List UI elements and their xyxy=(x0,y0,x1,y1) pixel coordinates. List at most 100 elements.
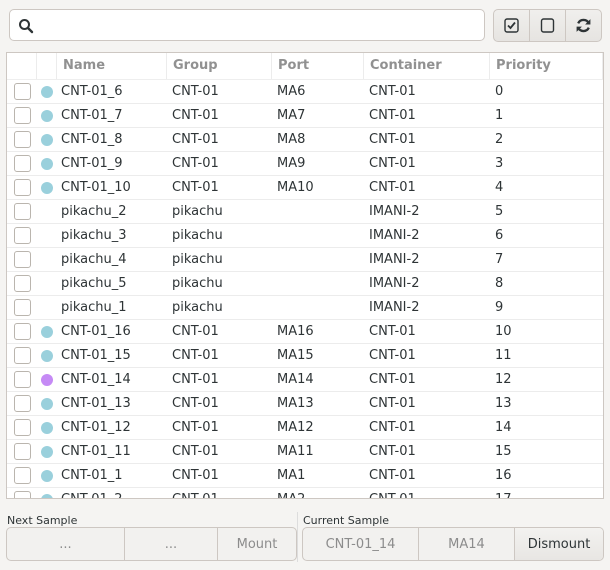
cell-group: CNT-01 xyxy=(172,108,219,123)
current-sample-label: Current Sample xyxy=(303,514,390,527)
panel-divider xyxy=(297,512,298,562)
status-dot-icon xyxy=(41,373,53,386)
cell-name: pikachu_5 xyxy=(61,276,127,291)
header-container[interactable]: Container xyxy=(364,53,490,79)
table-row[interactable]: pikachu_1 pikachu IMANI-2 9 xyxy=(7,296,603,320)
search-input[interactable] xyxy=(42,14,476,38)
cell-container: CNT-01 xyxy=(369,444,416,459)
current-sample-name: CNT-01_14 xyxy=(303,528,419,560)
table-row[interactable]: CNT-01_12 CNT-01 MA12 CNT-01 14 xyxy=(7,416,603,440)
select-all-button[interactable] xyxy=(494,10,530,41)
table-row[interactable]: CNT-01_15 CNT-01 MA15 CNT-01 11 xyxy=(7,344,603,368)
row-checkbox[interactable] xyxy=(13,227,31,244)
cell-port: MA13 xyxy=(277,396,314,411)
table-row[interactable]: CNT-01_9 CNT-01 MA9 CNT-01 3 xyxy=(7,152,603,176)
refresh-icon xyxy=(576,18,591,33)
cell-name: CNT-01_6 xyxy=(61,84,123,99)
header-status xyxy=(37,53,57,79)
cell-container: IMANI-2 xyxy=(369,204,420,219)
status-dot-icon xyxy=(41,133,53,146)
table-row[interactable]: CNT-01_13 CNT-01 MA13 CNT-01 13 xyxy=(7,392,603,416)
table-row[interactable]: CNT-01_14 CNT-01 MA14 CNT-01 12 xyxy=(7,368,603,392)
cell-priority: 10 xyxy=(495,324,512,339)
header-name[interactable]: Name xyxy=(57,53,167,79)
cell-group: CNT-01 xyxy=(172,468,219,483)
header-priority[interactable]: Priority xyxy=(490,53,603,79)
cell-container: CNT-01 xyxy=(369,132,416,147)
row-checkbox[interactable] xyxy=(13,323,31,340)
row-checkbox[interactable] xyxy=(13,467,31,484)
cell-name: CNT-01_15 xyxy=(61,348,131,363)
select-none-button[interactable] xyxy=(530,10,566,41)
next-sample-port: ... xyxy=(125,528,218,560)
header-check[interactable] xyxy=(7,53,37,79)
header-group[interactable]: Group xyxy=(167,53,272,79)
refresh-button[interactable] xyxy=(566,10,601,41)
cell-name: pikachu_4 xyxy=(61,252,127,267)
cell-group: CNT-01 xyxy=(172,84,219,99)
table-row[interactable]: pikachu_4 pikachu IMANI-2 7 xyxy=(7,248,603,272)
cell-group: CNT-01 xyxy=(172,348,219,363)
table-row[interactable]: CNT-01_10 CNT-01 MA10 CNT-01 4 xyxy=(7,176,603,200)
dismount-button[interactable]: Dismount xyxy=(515,528,603,560)
cell-name: pikachu_3 xyxy=(61,228,127,243)
cell-group: CNT-01 xyxy=(172,132,219,147)
mount-button[interactable]: Mount xyxy=(218,528,296,560)
row-checkbox[interactable] xyxy=(13,491,31,498)
table-row[interactable]: CNT-01_16 CNT-01 MA16 CNT-01 10 xyxy=(7,320,603,344)
status-cell xyxy=(37,445,57,458)
status-dot-icon xyxy=(41,349,53,362)
table-body: CNT-01_6 CNT-01 MA6 CNT-01 0 CNT-01_7 CN… xyxy=(7,80,603,498)
table-row[interactable]: CNT-01_1 CNT-01 MA1 CNT-01 16 xyxy=(7,464,603,488)
cell-group: pikachu xyxy=(172,276,223,291)
row-checkbox[interactable] xyxy=(13,419,31,436)
table-row[interactable]: CNT-01_2 CNT-01 MA2 CNT-01 17 xyxy=(7,488,603,498)
row-checkbox[interactable] xyxy=(13,155,31,172)
row-checkbox[interactable] xyxy=(13,131,31,148)
search-field[interactable] xyxy=(9,9,485,41)
row-checkbox[interactable] xyxy=(13,395,31,412)
cell-container: CNT-01 xyxy=(369,180,416,195)
row-checkbox[interactable] xyxy=(13,371,31,388)
status-dot-icon xyxy=(41,181,53,194)
cell-group: pikachu xyxy=(172,204,223,219)
row-checkbox[interactable] xyxy=(13,251,31,268)
cell-container: IMANI-2 xyxy=(369,228,420,243)
row-checkbox[interactable] xyxy=(13,83,31,100)
table-row[interactable]: CNT-01_7 CNT-01 MA7 CNT-01 1 xyxy=(7,104,603,128)
status-cell xyxy=(37,397,57,410)
row-checkbox[interactable] xyxy=(13,299,31,316)
cell-priority: 0 xyxy=(495,84,504,99)
cell-group: CNT-01 xyxy=(172,396,219,411)
cell-container: CNT-01 xyxy=(369,420,416,435)
row-checkbox[interactable] xyxy=(13,275,31,292)
status-cell xyxy=(37,421,57,434)
cell-group: CNT-01 xyxy=(172,180,219,195)
table-row[interactable]: CNT-01_11 CNT-01 MA11 CNT-01 15 xyxy=(7,440,603,464)
status-dot-icon xyxy=(41,325,53,338)
cell-port: MA12 xyxy=(277,420,314,435)
cell-port: MA6 xyxy=(277,84,306,99)
header-port[interactable]: Port xyxy=(272,53,364,79)
status-dot-icon xyxy=(41,85,53,98)
table-row[interactable]: pikachu_3 pikachu IMANI-2 6 xyxy=(7,224,603,248)
samples-table: Name Group Port Container Priority CNT-0… xyxy=(6,52,604,499)
row-checkbox[interactable] xyxy=(13,107,31,124)
row-checkbox[interactable] xyxy=(13,203,31,220)
cell-name: CNT-01_2 xyxy=(57,492,167,498)
row-checkbox[interactable] xyxy=(13,179,31,196)
selection-toolbar xyxy=(493,9,602,42)
cell-priority: 16 xyxy=(495,468,512,483)
status-cell xyxy=(37,373,57,386)
table-row[interactable]: CNT-01_6 CNT-01 MA6 CNT-01 0 xyxy=(7,80,603,104)
row-checkbox[interactable] xyxy=(13,443,31,460)
status-cell xyxy=(37,325,57,338)
checkbox-checked-icon xyxy=(504,18,519,33)
table-row[interactable]: CNT-01_8 CNT-01 MA8 CNT-01 2 xyxy=(7,128,603,152)
cell-priority: 8 xyxy=(495,276,504,291)
search-icon xyxy=(19,19,34,34)
table-row[interactable]: pikachu_2 pikachu IMANI-2 5 xyxy=(7,200,603,224)
table-row[interactable]: pikachu_5 pikachu IMANI-2 8 xyxy=(7,272,603,296)
cell-container: CNT-01 xyxy=(369,156,416,171)
row-checkbox[interactable] xyxy=(13,347,31,364)
